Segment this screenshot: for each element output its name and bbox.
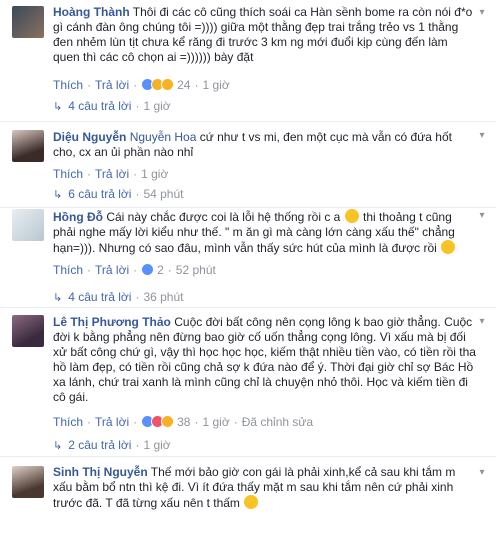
avatar[interactable]: [12, 6, 44, 38]
smile-emoji-icon: [244, 495, 259, 509]
replies-count[interactable]: 4 câu trả lời: [68, 99, 131, 113]
like-reaction-icon[interactable]: [141, 263, 155, 277]
view-replies[interactable]: ↳ 2 câu trả lời · 1 giờ: [53, 437, 171, 453]
like-link[interactable]: Thích: [53, 263, 83, 277]
like-link[interactable]: Thích: [53, 167, 83, 181]
divider: [0, 456, 496, 457]
haha-reaction-icon[interactable]: [161, 415, 175, 429]
comment-text: Lê Thị Phương Thảo Cuộc đời bất công nên…: [53, 315, 476, 405]
commenter-name[interactable]: Diệu Nguyễn: [53, 130, 126, 144]
edited-label[interactable]: Đã chỉnh sửa: [242, 415, 313, 429]
replies-time: 36 phút: [143, 290, 184, 304]
avatar[interactable]: [12, 130, 44, 162]
smile-emoji-icon: [344, 209, 359, 223]
chevron-down-icon[interactable]: ▾: [476, 8, 488, 18]
comment-time[interactable]: 1 giờ: [141, 167, 168, 181]
like-link[interactable]: Thích: [53, 78, 83, 92]
comment-actions: Thích · Trả lời · 2 · 52 phút: [53, 263, 216, 277]
reply-arrow-icon: ↳: [53, 292, 63, 304]
replies-time: 54 phút: [143, 187, 184, 201]
reaction-count[interactable]: 2: [157, 263, 164, 277]
chevron-down-icon[interactable]: ▾: [476, 131, 488, 141]
comment-text: Sinh Thị Nguyễn Thế mới bảo giờ con gái …: [53, 465, 476, 511]
view-replies[interactable]: ↳ 4 câu trả lời · 1 giờ: [53, 98, 171, 114]
commenter-name[interactable]: Hồng Đỗ: [53, 210, 103, 224]
reply-arrow-icon: ↳: [53, 440, 63, 452]
avatar[interactable]: [12, 466, 44, 498]
divider: [0, 307, 496, 308]
divider: [0, 121, 496, 122]
reply-arrow-icon: ↳: [53, 101, 63, 113]
replies-count[interactable]: 6 câu trả lời: [68, 187, 131, 201]
reply-link[interactable]: Trả lời: [95, 167, 129, 181]
smile-emoji-icon: [441, 240, 456, 254]
avatar[interactable]: [12, 315, 44, 347]
reply-link[interactable]: Trả lời: [95, 78, 129, 92]
divider: [0, 207, 496, 208]
chevron-down-icon[interactable]: ▾: [476, 317, 488, 327]
avatar[interactable]: [12, 209, 44, 241]
reply-link[interactable]: Trả lời: [95, 263, 129, 277]
replies-count[interactable]: 4 câu trả lời: [68, 290, 131, 304]
replies-count[interactable]: 2 câu trả lời: [68, 438, 131, 452]
comment-text: Diệu Nguyễn Nguyễn Hoa cứ như t vs mi, đ…: [53, 130, 476, 160]
reply-link[interactable]: Trả lời: [95, 415, 129, 429]
like-link[interactable]: Thích: [53, 415, 83, 429]
chevron-down-icon[interactable]: ▾: [476, 468, 488, 478]
sad-reaction-icon[interactable]: [161, 78, 175, 92]
comment-body: Cái này chắc được coi là lỗi hệ thống rồ…: [103, 210, 344, 224]
comment-time[interactable]: 52 phút: [176, 263, 216, 277]
commenter-name[interactable]: Sinh Thị Nguyễn: [53, 465, 148, 479]
comment-actions: Thích · Trả lời · 38 · 1 giờ · Đã chỉnh sửa: [53, 415, 314, 429]
replies-time: 1 giờ: [143, 438, 171, 452]
replies-time: 1 giờ: [143, 99, 171, 113]
comment-text: Hồng Đỗ Cái này chắc được coi là lỗi hệ …: [53, 209, 476, 256]
chevron-down-icon[interactable]: ▾: [476, 211, 488, 221]
commenter-name[interactable]: Hoàng Thành: [53, 5, 130, 19]
reaction-count[interactable]: 24: [177, 78, 190, 92]
reaction-count[interactable]: 38: [177, 415, 190, 429]
reply-arrow-icon: ↳: [53, 189, 63, 201]
view-replies[interactable]: ↳ 6 câu trả lời · 54 phút: [53, 186, 184, 202]
comment-time[interactable]: 1 giờ: [202, 415, 229, 429]
comment-actions: Thích · Trả lời · 24 · 1 giờ: [53, 78, 230, 92]
commenter-name[interactable]: Lê Thị Phương Thảo: [53, 315, 171, 329]
tagged-user[interactable]: Nguyễn Hoa: [130, 130, 197, 144]
comment-actions: Thích · Trả lời · 1 giờ: [53, 167, 169, 181]
comment-text: Hoàng Thành Thôi đi các cô cũng thích so…: [53, 5, 476, 65]
comment-time[interactable]: 1 giờ: [202, 78, 229, 92]
view-replies[interactable]: ↳ 4 câu trả lời · 36 phút: [53, 289, 184, 305]
